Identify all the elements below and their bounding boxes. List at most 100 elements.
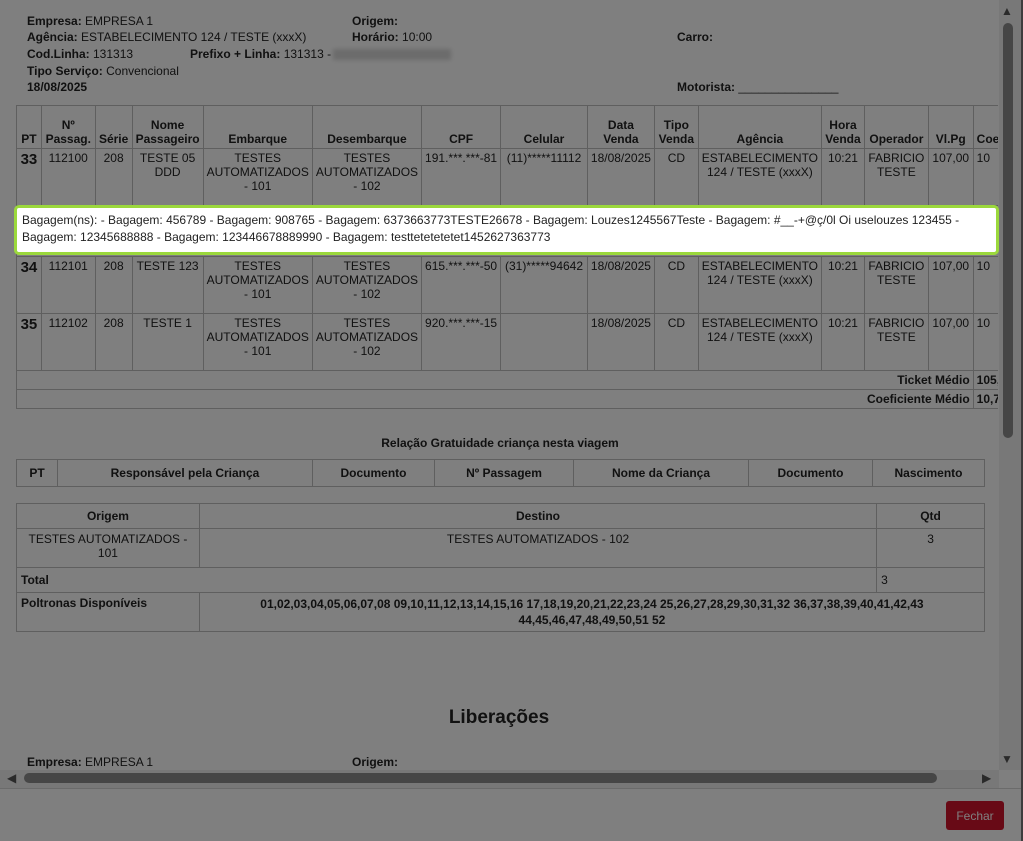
ticket-medio-value: 105, — [972, 370, 998, 390]
summary-destino: TESTES AUTOMATIZADOS - 102 — [198, 528, 878, 568]
cell: 107,00 — [927, 256, 974, 314]
cell: ESTABELECIMENTO 124 / TESTE (xxxX) — [697, 148, 823, 206]
horario-value: 10:00 — [402, 30, 433, 44]
motorista-line: Motorista: _______________ — [677, 80, 839, 94]
cell: 18/08/2025 — [586, 148, 655, 206]
cell: 208 — [94, 313, 133, 371]
cell: TESTE 1 — [131, 313, 204, 371]
vertical-scroll-thumb[interactable] — [1003, 23, 1013, 438]
coeficiente-value: 10,7 — [972, 389, 998, 409]
agencia-value: ESTABELECIMENTO 124 / TESTE (xxxX) — [81, 30, 307, 44]
col-header: Coe — [972, 105, 998, 149]
col-header: PT — [16, 459, 58, 487]
col-header: Documento — [312, 459, 435, 487]
fechar-button[interactable]: Fechar — [946, 801, 1004, 830]
scroll-left-icon[interactable]: ◀ — [7, 771, 16, 785]
scroll-down-icon[interactable]: ▼ — [1001, 752, 1013, 766]
col-header: PT — [16, 105, 42, 149]
gratuidade-table: PT Responsável pela Criança Documento Nº… — [16, 459, 985, 487]
cell: 10:21 — [821, 256, 865, 314]
cell: 10 — [972, 313, 998, 371]
empresa-line: Empresa: EMPRESA 1 — [27, 14, 154, 28]
empresa-value: EMPRESA 1 — [85, 14, 154, 28]
cell: 18/08/2025 — [586, 313, 655, 371]
cell: 107,00 — [927, 148, 974, 206]
cell: 208 — [94, 148, 133, 206]
cell: TESTES AUTOMATIZADOS - 102 — [311, 256, 423, 314]
coeficiente-row: Coeficiente Médio 10,7 — [16, 389, 998, 409]
col-header: Celular — [500, 105, 588, 149]
summary-table: Origem Destino Qtd TESTES AUTOMATIZADOS … — [15, 503, 986, 632]
ticket-medio-label: Ticket Médio — [16, 370, 974, 390]
cell: TESTES AUTOMATIZADOS - 102 — [311, 313, 423, 371]
horizontal-scroll-thumb[interactable] — [24, 773, 937, 783]
prefixo-value: 131313 - — [283, 47, 332, 61]
cell — [500, 313, 588, 371]
col-header: Nome da Criança — [573, 459, 749, 487]
cell-pt: 34 — [16, 256, 42, 314]
summary-qtd: 3 — [876, 528, 985, 568]
cell: TESTE 05 DDD — [131, 148, 204, 206]
report-scroll-area[interactable]: Empresa: EMPRESA 1 Origem: Agência: ESTA… — [0, 0, 998, 770]
tiposervico-line: Tipo Serviço: Convencional — [27, 64, 179, 78]
col-header: CPF — [421, 105, 502, 149]
cell: CD — [653, 313, 699, 371]
cell: TESTES AUTOMATIZADOS - 102 — [311, 148, 423, 206]
col-header: Operador — [863, 105, 929, 149]
lib-origem-line: Origem: — [352, 755, 399, 769]
cell: TESTE 123 — [131, 256, 204, 314]
redacted-line-name — [333, 49, 452, 61]
cell: FABRICIO TESTE — [863, 256, 929, 314]
col-header: Nº Passag. — [40, 105, 96, 149]
cell: 615.***.***-50 — [421, 256, 502, 314]
col-header: Hora Venda — [821, 105, 865, 149]
poltronas-value: 01,02,03,04,05,06,07,08 09,10,11,12,13,1… — [198, 592, 986, 632]
cell: CD — [653, 256, 699, 314]
codlinha-line: Cod.Linha: 131313 — [27, 47, 134, 61]
gratuidade-header-row: PT Responsável pela Criança Documento Nº… — [16, 459, 985, 487]
col-header: Nome Passageiro — [131, 105, 204, 149]
gratuidade-title: Relação Gratuidade criança nesta viagem — [381, 436, 619, 450]
cell: 920.***.***-15 — [421, 313, 502, 371]
poltronas-row: Poltronas Disponíveis 01,02,03,04,05,06,… — [16, 592, 986, 632]
table-row: 33 112100 208 TESTE 05 DDD TESTES AUTOMA… — [16, 148, 998, 206]
col-header: Vl.Pg — [927, 105, 974, 149]
horario-line: Horário: 10:00 — [352, 30, 433, 44]
cell: FABRICIO TESTE — [863, 313, 929, 371]
lib-empresa-line: Empresa: EMPRESA 1 — [27, 755, 154, 769]
scroll-up-icon[interactable]: ▲ — [1001, 4, 1013, 18]
col-header: Origem — [16, 503, 200, 529]
cell: FABRICIO TESTE — [863, 148, 929, 206]
total-label: Total — [15, 567, 878, 593]
cell: 10 — [972, 148, 998, 206]
poltronas-label: Poltronas Disponíveis — [16, 592, 200, 632]
cell: TESTES AUTOMATIZADOS - 101 — [202, 148, 313, 206]
cell: TESTES AUTOMATIZADOS - 101 — [202, 256, 313, 314]
prefixo-line: Prefixo + Linha: 131313 - — [190, 46, 452, 63]
summary-origem: TESTES AUTOMATIZADOS - 101 — [16, 528, 200, 568]
col-header: Desembarque — [311, 105, 423, 149]
scroll-right-icon[interactable]: ▶ — [982, 771, 991, 785]
footer-divider — [0, 788, 1021, 789]
summary-row: TESTES AUTOMATIZADOS - 101 TESTES AUTOMA… — [16, 528, 985, 568]
col-header: Série — [94, 105, 133, 149]
total-value: 3 — [876, 567, 985, 593]
col-header: Qtd — [876, 503, 985, 529]
cell: 112100 — [40, 148, 96, 206]
cell: 112102 — [40, 313, 96, 371]
cell: 112101 — [40, 256, 96, 314]
cell: 208 — [94, 256, 133, 314]
coeficiente-label: Coeficiente Médio — [16, 389, 974, 409]
codlinha-value: 131313 — [93, 47, 134, 61]
report-date: 18/08/2025 — [27, 80, 88, 94]
table-header-row: PT Nº Passag. Série Nome Passageiro Emba… — [16, 105, 998, 149]
col-header: Responsável pela Criança — [57, 459, 313, 487]
cell: 10:21 — [821, 313, 865, 371]
col-header: Documento — [748, 459, 873, 487]
cell: 191.***.***-81 — [421, 148, 502, 206]
cell: (31)*****94642 — [500, 256, 588, 314]
col-header: Data Venda — [586, 105, 655, 149]
agencia-line: Agência: ESTABELECIMENTO 124 / TESTE (xx… — [27, 30, 307, 44]
cell: 107,00 — [927, 313, 974, 371]
cell: 10 — [972, 256, 998, 314]
